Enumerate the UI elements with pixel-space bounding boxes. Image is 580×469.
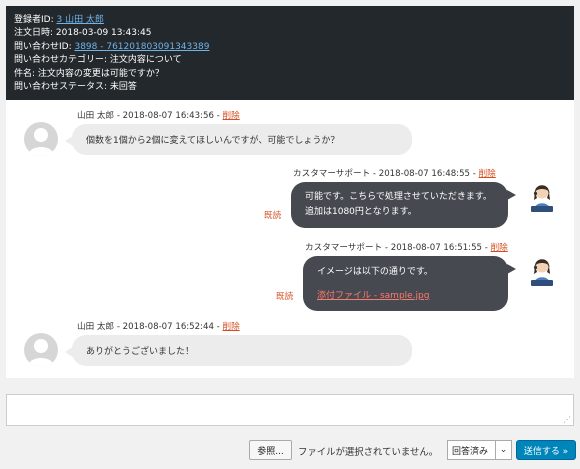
staff-message-bubble: イメージは以下の通りです。 添付ファイル - sample.jpg: [303, 256, 516, 311]
message-author-date: 山田 太郎 - 2018-08-07 16:52:44 -: [77, 322, 223, 332]
message-meta: 山田 太郎 - 2018-08-07 16:43:56 - 削除: [77, 109, 240, 121]
read-receipt: 既読: [264, 211, 282, 221]
resize-grip-icon[interactable]: ⋰: [563, 415, 571, 424]
order-date: 注文日時: 2018-03-09 13:43:45: [14, 28, 152, 39]
inquiry-id-row: 問い合わせID: 3898 - 761201803091343389: [14, 41, 566, 54]
delete-link[interactable]: 削除: [223, 322, 240, 332]
support-agent-icon: [525, 180, 559, 214]
delete-link[interactable]: 削除: [479, 169, 496, 179]
message-author-date: カスタマーサポート - 2018-08-07 16:48:55 -: [293, 169, 479, 179]
staff-message-bubble: 可能です。こちらで処理させていただきます。 追加は1080円となります。: [291, 182, 516, 228]
attachment-link[interactable]: 添付ファイル - sample.jpg: [317, 291, 429, 301]
user-message-bubble: ありがとうございました！: [65, 335, 412, 366]
composer-toolbar: 参照... ファイルが選択されていません。 回答済み ⌄ 送信する »: [0, 438, 580, 462]
inquiry-info-panel: 登録者ID: 3 山田 太郎 注文日時: 2018-03-09 13:43:45…: [6, 6, 574, 100]
user-avatar-icon: [24, 333, 58, 367]
inquiry-id-label: 問い合わせID:: [14, 41, 75, 52]
message-text: 可能です。こちらで処理させていただきます。: [305, 192, 492, 202]
delete-link[interactable]: 削除: [491, 243, 508, 253]
registrant-label: 登録者ID:: [14, 15, 57, 25]
status-select[interactable]: 回答済み ⌄: [447, 440, 512, 460]
message-text: ありがとうございました！: [86, 347, 195, 357]
delete-link[interactable]: 削除: [223, 111, 240, 121]
registrant-row: 登録者ID: 3 山田 太郎: [14, 14, 566, 27]
chevron-down-icon[interactable]: ⌄: [495, 441, 511, 459]
message-text: 個数を1個から2個に変えてほしいんですが、可能でしょうか？: [86, 136, 340, 146]
status-select-value: 回答済み: [452, 446, 489, 457]
message-meta: カスタマーサポート - 2018-08-07 16:48:55 - 削除: [293, 167, 496, 179]
message-text: 追加は1080円となります。: [305, 207, 417, 217]
inquiry-category: 問い合わせカテゴリー: 注文内容について: [14, 55, 182, 66]
user-message-bubble: 個数を1個から2個に変えてほしいんですが、可能でしょうか？: [65, 124, 412, 155]
browse-file-button[interactable]: 参照...: [249, 440, 292, 460]
message-meta: 山田 太郎 - 2018-08-07 16:52:44 - 削除: [77, 320, 240, 332]
user-avatar-icon: [24, 122, 58, 156]
inquiry-id-link[interactable]: 3898 - 761201803091343389: [74, 42, 209, 52]
reply-textarea[interactable]: ⋰: [6, 394, 574, 426]
registrant-link[interactable]: 3 山田 太郎: [56, 15, 103, 25]
message-text: イメージは以下の通りです。: [317, 267, 433, 277]
message-author-date: カスタマーサポート - 2018-08-07 16:51:55 -: [305, 243, 491, 253]
inquiry-status: 問い合わせステータス: 未回答: [14, 82, 137, 93]
read-receipt: 既読: [276, 292, 294, 302]
send-button[interactable]: 送信する »: [516, 440, 576, 460]
message-thread: 山田 太郎 - 2018-08-07 16:43:56 - 削除 個数を1個から…: [6, 100, 574, 378]
message-author-date: 山田 太郎 - 2018-08-07 16:43:56 -: [77, 111, 223, 121]
inquiry-subject: 件名: 注文内容の変更は可能ですか？: [14, 68, 164, 79]
file-status-text: ファイルが選択されていません。: [298, 447, 439, 458]
support-agent-icon: [525, 254, 559, 288]
message-meta: カスタマーサポート - 2018-08-07 16:51:55 - 削除: [305, 241, 508, 253]
